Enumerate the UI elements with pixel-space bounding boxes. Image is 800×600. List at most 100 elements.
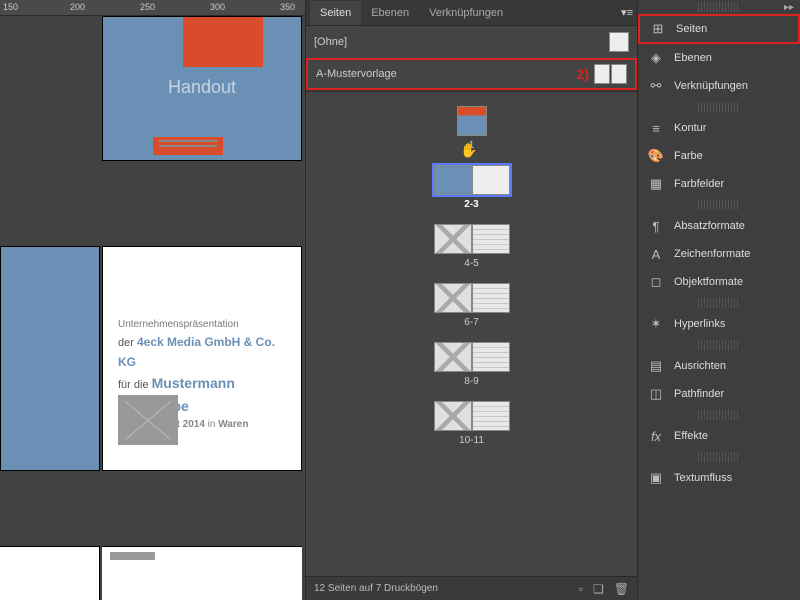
ruler-tick: 300 [210,2,225,12]
spread-label: 10-11 [459,435,484,446]
toolbar-verknuepfungen[interactable]: ⚯ Verknüpfungen [638,72,800,100]
panel-grip[interactable] [698,2,740,12]
spread-2-3[interactable]: 2-3 [306,165,637,210]
page-thumb-11[interactable] [472,401,510,431]
tab-seiten[interactable]: Seiten [310,1,361,25]
page-preview-3[interactable]: Unternehmenspräsentation der 4eck Media … [102,246,302,471]
spread-label: 8-9 [464,376,478,387]
pages-panel: Seiten Ebenen Verknüpfungen ▾≡ [Ohne] A-… [305,0,637,600]
swatches-icon: ▦ [648,176,664,192]
spread-label: 6-7 [464,317,478,328]
label: Effekte [674,430,708,442]
panel-grip[interactable] [698,340,740,350]
toolbar-zeichenformate[interactable]: AZeichenformate [638,240,800,268]
ruler-tick: 200 [70,2,85,12]
pages-panel-footer: 12 Seiten auf 7 Druckbögen ▫ ❏ 🗑 [306,576,637,600]
presentation-label: Unternehmenspräsentation [118,317,286,333]
panel-grip[interactable] [698,200,740,210]
master-none-label: [Ohne] [314,36,347,48]
toolbar-absatzformate[interactable]: ¶ Absatzformate [638,212,800,240]
label: Ebenen [674,52,712,64]
image-placeholder[interactable] [118,395,178,445]
side-toolbar: ▸▸ ⊞ Seiten ◈Ebenen ⚯ Verknüpfungen ≡ Kontu… [637,0,800,600]
page-preview-1[interactable]: Handout [102,16,302,161]
new-page-icon[interactable]: ❏ [593,582,604,596]
collapse-chevron-icon[interactable]: ▸▸ [784,2,794,13]
toolbar-farbfelder[interactable]: ▦ Farbfelder [638,170,800,198]
label: Farbe [674,150,703,162]
spreads-area[interactable]: 1 ✋ 2-3 4-5 6-7 [306,92,637,562]
page-thumb-4[interactable] [434,224,472,254]
label: Objektformate [674,276,743,288]
page-thumb-7[interactable] [472,283,510,313]
sep-in: in [205,419,218,430]
toolbar-objektformate[interactable]: ◻ Objektformate [638,268,800,296]
tab-verknuepfungen[interactable]: Verknüpfungen [419,1,513,25]
company-name: 4eck Media GmbH & Co. KG [118,335,275,369]
label: Textumfluss [674,472,732,484]
page-thumb-6[interactable] [434,283,472,313]
page-thumb-8[interactable] [434,342,472,372]
paragraph-styles-icon: ¶ [648,218,664,234]
spread-10-11[interactable]: 10-11 [306,401,637,446]
panel-tabs: Seiten Ebenen Verknüpfungen ▾≡ [306,0,637,26]
effects-icon: fx [648,428,664,444]
toolbar-textumfluss[interactable]: ▣ Textumfluss [638,464,800,492]
links-icon: ⚯ [648,78,664,94]
label: Verknüpfungen [674,80,748,92]
prefix-fuer: für die [118,379,152,391]
pages-icon: ⊞ [650,21,666,37]
label: Zeichenformate [674,248,750,260]
toolbar-farbe[interactable]: 🎨 Farbe [638,142,800,170]
panel-grip[interactable] [698,298,740,308]
page-preview-2[interactable] [0,246,100,471]
label: Absatzformate [674,220,745,232]
red-footer-bar [153,137,223,155]
tab-ebenen[interactable]: Ebenen [361,1,419,25]
spread-6-7[interactable]: 6-7 [306,283,637,328]
delete-page-icon[interactable]: 🗑 [614,582,629,596]
label: Farbfelder [674,178,724,190]
page-thumb-5[interactable] [472,224,510,254]
panel-grip[interactable] [698,452,740,462]
spread-label: 4-5 [464,258,478,269]
handout-title: Handout [103,77,301,98]
page-thumb-10[interactable] [434,401,472,431]
stroke-icon: ≡ [648,120,664,136]
spread-8-9[interactable]: 8-9 [306,342,637,387]
panel-menu-icon[interactable]: ▾≡ [621,6,633,19]
page-thumb-9[interactable] [472,342,510,372]
textwrap-icon: ▣ [648,470,664,486]
toolbar-pathfinder[interactable]: ◫Pathfinder [638,380,800,408]
master-none-row[interactable]: [Ohne] [306,26,637,58]
master-a-row[interactable]: A-Mustervorlage 2) [306,58,637,90]
toolbar-ausrichten[interactable]: ▤Ausrichten [638,352,800,380]
toolbar-kontur[interactable]: ≡ Kontur [638,114,800,142]
page-preview-5[interactable] [102,546,302,600]
color-icon: 🎨 [648,148,664,164]
toolbar-ebenen[interactable]: ◈Ebenen [638,44,800,72]
master-a-label: A-Mustervorlage [316,68,397,80]
company-line: der 4eck Media GmbH & Co. KG [118,333,286,372]
document-canvas[interactable]: Handout Unternehmenspräsentation der 4ec… [0,16,305,600]
spread-4-5[interactable]: 4-5 [306,224,637,269]
master-thumb-pair[interactable] [594,64,627,84]
label: Kontur [674,122,706,134]
panel-grip[interactable] [698,410,740,420]
toolbar-effekte[interactable]: fx Effekte [638,422,800,450]
toolbar-seiten[interactable]: ⊞ Seiten [638,14,800,44]
master-thumb-none[interactable] [609,32,629,52]
page-thumb-3[interactable] [472,165,510,195]
align-icon: ▤ [648,358,664,374]
page-preview-4[interactable] [0,546,100,600]
page-thumb-1[interactable] [457,106,487,136]
red-block [183,17,263,67]
edit-page-icon[interactable]: ▫ [579,582,583,596]
page-thumb-2[interactable] [434,165,472,195]
hyperlinks-icon: ✶ [648,316,664,332]
object-styles-icon: ◻ [648,274,664,290]
toolbar-hyperlinks[interactable]: ✶ Hyperlinks [638,310,800,338]
label: Seiten [676,23,707,35]
panel-grip[interactable] [698,102,740,112]
label: Hyperlinks [674,318,725,330]
